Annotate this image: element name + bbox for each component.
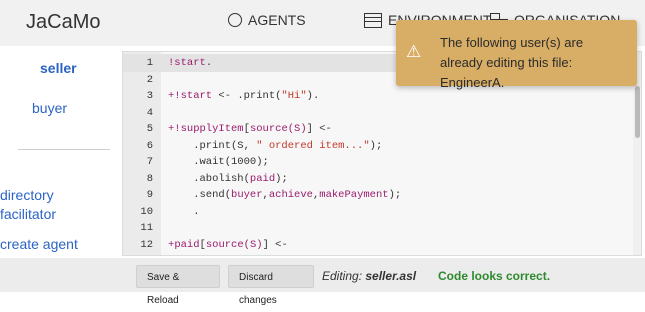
code-text: .send(buyer,achieve,makePayment); — [168, 189, 402, 201]
code-text: .wait(1000); — [168, 156, 269, 168]
line-number: 6 — [146, 139, 153, 152]
code-text: .print(S, " ordered item..."); — [168, 139, 383, 152]
code-line[interactable]: 9 .send(buyer,achieve,makePayment); — [123, 186, 633, 204]
editor-footer: Save & Reload Discard changes Editing: s… — [0, 258, 645, 306]
line-number: 3 — [146, 90, 153, 102]
line-number: 1 — [146, 57, 153, 69]
code-line[interactable]: 5 +!supplyItem[source(S)] <- — [123, 120, 633, 138]
line-number: 4 — [146, 106, 153, 119]
line-number: 12 — [140, 238, 153, 251]
app-title: JaCaMo — [26, 11, 101, 33]
warning-icon: ⚠ — [406, 42, 422, 61]
environment-icon — [364, 12, 382, 28]
sidebar-item-seller[interactable]: seller — [40, 60, 77, 76]
create-agent-link[interactable]: create agent — [0, 236, 78, 252]
code-line[interactable]: 8 .abolish(paid); — [123, 170, 633, 188]
code-line[interactable]: 7 .wait(1000); — [123, 153, 633, 171]
editing-filename: seller.asl — [365, 269, 417, 283]
line-number: 9 — [146, 189, 153, 201]
code-line[interactable]: 10 . — [123, 203, 633, 221]
save-reload-button[interactable]: Save & Reload — [136, 265, 220, 306]
line-number: 11 — [140, 222, 153, 234]
code-text: .abolish(paid); — [168, 172, 288, 185]
circle-icon — [228, 13, 242, 27]
code-line[interactable]: 11 — [123, 219, 633, 237]
code-text: +!start <- .print("Hi"). — [168, 90, 320, 102]
code-text: +paid[source(S)] <- — [168, 238, 288, 251]
sidebar-divider — [18, 149, 110, 150]
directory-facilitator-link[interactable]: directory facilitator — [0, 186, 56, 224]
editing-file-indicator: Editing: seller.asl — [322, 269, 416, 283]
line-number: 8 — [146, 172, 153, 185]
code-line[interactable]: 12 +paid[source(S)] <- — [123, 236, 633, 254]
line-number: 2 — [146, 73, 153, 86]
discard-changes-button[interactable]: Discard changes — [228, 265, 314, 306]
code-status: Code looks correct. — [438, 269, 551, 283]
line-number: 7 — [146, 156, 153, 168]
sidebar-item-buyer[interactable]: buyer — [32, 100, 67, 116]
line-number: 5 — [146, 123, 153, 135]
sidebar: seller buyer directory facilitator creat… — [0, 46, 120, 264]
nav-agents[interactable]: AGENTS — [228, 12, 306, 28]
warning-message: The following user(s) are already editin… — [440, 35, 584, 90]
code-line[interactable]: 4 — [123, 104, 633, 122]
line-number: 10 — [140, 205, 153, 218]
concurrent-edit-warning: ⚠ The following user(s) are already edit… — [396, 20, 637, 90]
code-line[interactable]: 6 .print(S, " ordered item..."); — [123, 137, 633, 155]
scrollbar-thumb[interactable] — [635, 86, 640, 138]
code-text: +!supplyItem[source(S)] <- — [168, 123, 332, 135]
editing-prefix: Editing: — [322, 269, 363, 283]
nav-agents-label: AGENTS — [248, 12, 306, 28]
code-text: !start. — [168, 57, 213, 69]
code-text: . — [168, 205, 200, 218]
